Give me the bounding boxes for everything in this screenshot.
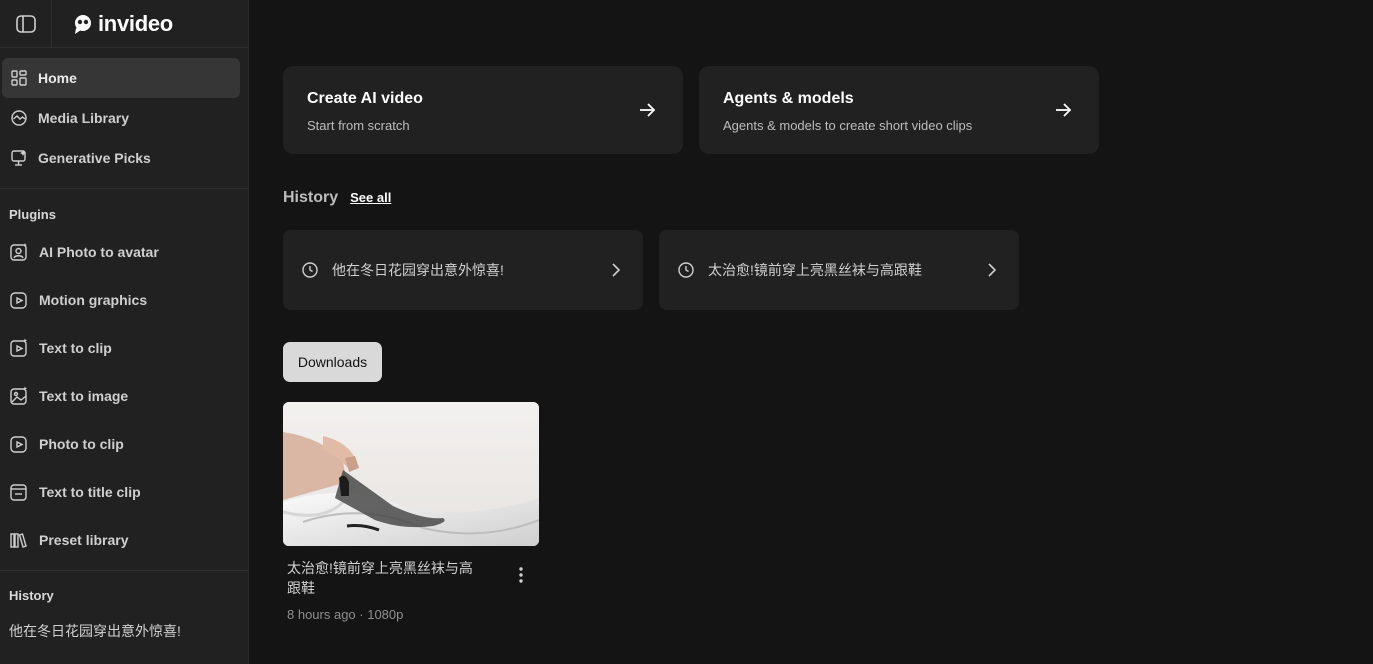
video-thumbnail-image [283,402,539,546]
plugin-item-text-to-image[interactable]: Text to image [0,372,248,420]
history-heading: History [9,588,54,603]
video-meta: 8 hours ago · 1080p [287,607,404,622]
plugin-label: AI Photo to avatar [39,244,159,260]
plugin-item-motion-graphics[interactable]: Motion graphics [0,276,248,324]
invideo-logo-icon [75,14,91,34]
clock-icon [302,262,318,278]
grid-icon [11,70,27,86]
arrow-right-icon [1056,103,1072,117]
history-title: History [283,189,339,206]
chevron-right-icon [988,263,997,277]
play-circle-icon [10,292,27,309]
generative-picks-icon [11,150,26,166]
plugin-item-photo-to-clip[interactable]: Photo to clip [0,420,248,468]
sidebar-toggle-icon [15,14,36,33]
history-card[interactable]: 太治愈!镜前穿上亮黑丝袜与高跟鞋 [659,230,1019,310]
plugins-list: AI Photo to avatar Motion graphics Text … [0,228,248,564]
nav-item-label: Home [38,70,77,86]
arrow-right-icon [640,103,656,117]
card-subtitle: Start from scratch [307,118,410,133]
card-title: Create AI video [307,90,423,107]
nav-item-label: Media Library [38,110,130,126]
clip-icon [10,338,27,357]
card-title: Agents & models [723,90,854,107]
plugins-heading: Plugins [9,207,56,222]
video-thumbnail[interactable] [283,402,539,546]
plugin-label: Preset library [39,532,129,548]
history-header: History See all [283,189,391,207]
history-card-title: 太治愈!镜前穿上亮黑丝袜与高跟鞋 [708,262,922,278]
plugin-item-text-to-title-clip[interactable]: Text to title clip [0,468,248,516]
main-nav: Home Media Library Generative Picks [0,48,248,178]
plugin-label: Motion graphics [39,292,148,308]
media-library-icon [11,110,27,126]
plugin-item-preset-library[interactable]: Preset library [0,516,248,564]
title-clip-icon [10,484,27,501]
chevron-right-icon [612,263,621,277]
video-title-line: 太治愈!镜前穿上亮黑丝袜与高 [287,560,473,576]
avatar-icon [10,243,27,261]
history-card-title: 他在冬日花园穿出意外惊喜! [332,262,504,278]
downloads-tab[interactable]: Downloads [283,342,382,382]
nav-item-generative-picks[interactable]: Generative Picks [2,138,240,178]
sidebar: invideo Home Media Library Generative Pi… [0,0,249,664]
plugin-label: Photo to clip [39,436,124,452]
plugin-label: Text to image [39,388,129,404]
video-title-line: 跟鞋 [287,580,315,596]
history-card[interactable]: 他在冬日花园穿出意外惊喜! [283,230,643,310]
plugin-item-text-to-clip[interactable]: Text to clip [0,324,248,372]
nav-item-label: Generative Picks [38,150,151,166]
play-square-icon [10,436,27,453]
more-options-icon[interactable] [516,566,526,584]
nav-item-home[interactable]: Home [2,58,240,98]
sidebar-toggle-button[interactable] [0,0,52,48]
books-icon [10,533,27,548]
clock-icon [678,262,694,278]
sidebar-header: invideo [0,0,248,48]
plugin-label: Text to title clip [39,484,141,500]
video-title: 太治愈!镜前穿上亮黑丝袜与高 跟鞋 [287,558,497,598]
plugin-item-ai-photo-to-avatar[interactable]: AI Photo to avatar [0,228,248,276]
card-subtitle: Agents & models to create short video cl… [723,118,973,133]
create-ai-video-card[interactable]: Create AI video Start from scratch [283,66,683,154]
image-icon [10,386,27,405]
brand-name: invideo [98,10,173,36]
brand-logo[interactable]: invideo [72,11,173,37]
sidebar-history-item[interactable]: 他在冬日花园穿出意外惊喜! [0,621,248,641]
plugin-label: Text to clip [39,340,112,356]
see-all-link[interactable]: See all [350,190,391,205]
nav-item-media-library[interactable]: Media Library [2,98,240,138]
agents-models-card[interactable]: Agents & models Agents & models to creat… [699,66,1099,154]
